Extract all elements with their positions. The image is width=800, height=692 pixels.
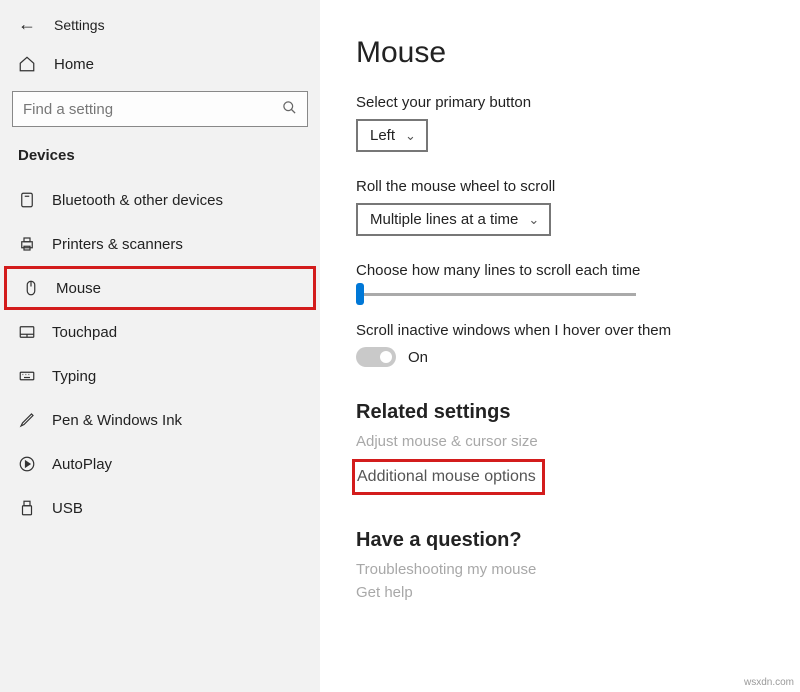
- inactive-label: Scroll inactive windows when I hover ove…: [356, 322, 780, 339]
- sidebar: ← Settings Home Devices Bluetooth & othe…: [0, 0, 320, 692]
- toggle-knob: [380, 351, 392, 363]
- lines-setting: Choose how many lines to scroll each tim…: [356, 262, 780, 296]
- app-title: Settings: [54, 17, 105, 33]
- scroll-setting: Roll the mouse wheel to scroll Multiple …: [356, 178, 780, 236]
- nav-label: Printers & scanners: [52, 236, 183, 253]
- autoplay-icon: [18, 455, 36, 473]
- nav-label: AutoPlay: [52, 456, 112, 473]
- additional-mouse-options-link[interactable]: Additional mouse options: [352, 459, 545, 495]
- nav-typing[interactable]: Typing: [0, 354, 320, 398]
- nav-label: Bluetooth & other devices: [52, 192, 223, 209]
- chevron-down-icon: ⌄: [405, 128, 416, 144]
- search-icon: [282, 100, 297, 119]
- nav-bluetooth[interactable]: Bluetooth & other devices: [0, 178, 320, 222]
- adjust-mouse-link[interactable]: Adjust mouse & cursor size: [356, 430, 780, 453]
- primary-button-dropdown[interactable]: Left ⌄: [356, 119, 428, 152]
- printer-icon: [18, 235, 36, 253]
- back-arrow-icon[interactable]: ←: [18, 14, 36, 35]
- main-content: Mouse Select your primary button Left ⌄ …: [320, 0, 800, 692]
- nav-pen[interactable]: Pen & Windows Ink: [0, 398, 320, 442]
- nav-autoplay[interactable]: AutoPlay: [0, 442, 320, 486]
- nav-label: Touchpad: [52, 324, 117, 341]
- scroll-dropdown[interactable]: Multiple lines at a time ⌄: [356, 203, 551, 236]
- mouse-icon: [22, 279, 40, 297]
- watermark: wsxdn.com: [744, 677, 794, 688]
- get-help-link[interactable]: Get help: [356, 581, 780, 604]
- chevron-down-icon: ⌄: [528, 212, 539, 228]
- home-label: Home: [54, 56, 94, 73]
- nav-label: USB: [52, 500, 83, 517]
- home-icon: [18, 55, 36, 73]
- search-input-container[interactable]: [12, 91, 308, 127]
- primary-button-label: Select your primary button: [356, 94, 780, 111]
- nav-label: Mouse: [56, 280, 101, 297]
- lines-slider[interactable]: [356, 293, 636, 296]
- dropdown-value: Left: [370, 127, 395, 144]
- nav-touchpad[interactable]: Touchpad: [0, 310, 320, 354]
- primary-button-setting: Select your primary button Left ⌄: [356, 94, 780, 152]
- troubleshoot-link[interactable]: Troubleshooting my mouse: [356, 558, 780, 581]
- inactive-setting: Scroll inactive windows when I hover ove…: [356, 322, 780, 367]
- lines-label: Choose how many lines to scroll each tim…: [356, 262, 780, 279]
- nav-label: Pen & Windows Ink: [52, 412, 182, 429]
- related-settings-title: Related settings: [356, 401, 780, 424]
- nav-label: Typing: [52, 368, 96, 385]
- pen-icon: [18, 411, 36, 429]
- page-title: Mouse: [356, 36, 780, 70]
- usb-icon: [18, 499, 36, 517]
- home-nav[interactable]: Home: [0, 45, 320, 83]
- nav-mouse[interactable]: Mouse: [4, 266, 316, 310]
- toggle-state-label: On: [408, 349, 428, 366]
- nav-usb[interactable]: USB: [0, 486, 320, 530]
- header: ← Settings: [0, 0, 320, 45]
- slider-thumb[interactable]: [356, 283, 364, 305]
- search-input[interactable]: [23, 101, 282, 118]
- scroll-label: Roll the mouse wheel to scroll: [356, 178, 780, 195]
- keyboard-icon: [18, 367, 36, 385]
- nav-printers[interactable]: Printers & scanners: [0, 222, 320, 266]
- dropdown-value: Multiple lines at a time: [370, 211, 518, 228]
- bluetooth-icon: [18, 191, 36, 209]
- category-label: Devices: [0, 141, 320, 178]
- touchpad-icon: [18, 323, 36, 341]
- question-title: Have a question?: [356, 529, 780, 552]
- inactive-toggle[interactable]: [356, 347, 396, 367]
